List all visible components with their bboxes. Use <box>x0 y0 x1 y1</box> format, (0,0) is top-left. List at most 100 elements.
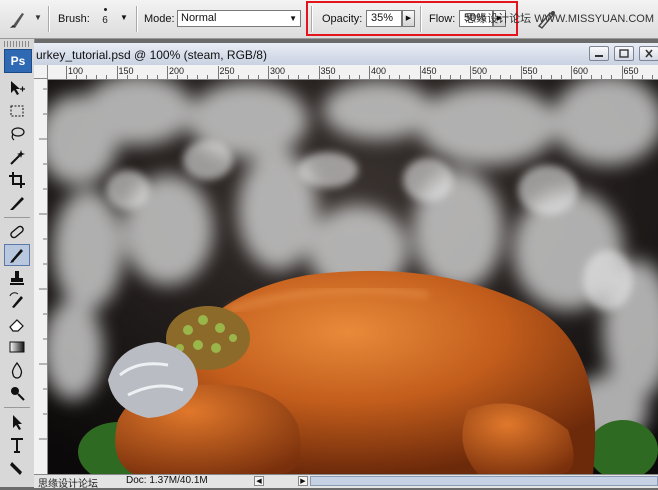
mode-dropdown-icon: ▼ <box>289 14 297 23</box>
turkey-steam-artwork <box>48 80 658 474</box>
ruler-tick <box>177 75 179 79</box>
brush-picker[interactable]: 6 <box>98 5 112 35</box>
slice-icon[interactable] <box>4 192 30 214</box>
ruler-tick <box>257 75 259 79</box>
brush-picker-caret-icon[interactable]: ▼ <box>120 13 128 22</box>
document-title: urkey_tutorial.psd @ 100% (steam, RGB/8) <box>36 48 267 62</box>
ruler-tick <box>641 75 643 79</box>
ruler-tick <box>278 75 280 79</box>
ruler-tick <box>470 66 471 79</box>
path-select-icon[interactable] <box>4 411 30 433</box>
maximize-button[interactable] <box>614 46 634 61</box>
brush-tip-icon <box>103 8 107 11</box>
horizontal-scrollbar[interactable] <box>310 476 658 486</box>
ruler-tick <box>399 75 401 79</box>
ruler-tick <box>510 75 512 79</box>
toolbox-separator <box>4 407 30 408</box>
ruler-tick <box>520 66 522 79</box>
ruler-tick <box>540 75 542 79</box>
toolbox-separator <box>4 217 30 218</box>
toolbox-grip[interactable] <box>4 41 30 47</box>
ruler-tick <box>136 75 138 79</box>
ruler-tick <box>146 75 148 79</box>
ruler-tick <box>76 75 78 79</box>
ruler-tick <box>298 75 300 79</box>
marquee-icon[interactable] <box>4 100 30 122</box>
watermark-bottom: 思缘设计论坛 <box>38 479 98 490</box>
healing-icon[interactable] <box>4 221 30 243</box>
history-brush-icon[interactable] <box>4 290 30 312</box>
mode-select[interactable]: Normal ▼ <box>177 10 301 27</box>
blur-icon[interactable] <box>4 359 30 381</box>
ruler-tick <box>167 66 168 79</box>
ruler-tick <box>308 75 310 79</box>
ruler-tick <box>217 66 219 79</box>
brush-size: 6 <box>102 15 108 26</box>
scroll-right-icon[interactable]: ▶ <box>298 476 308 486</box>
document-info[interactable]: Doc: 1.37M/40.1M <box>126 475 208 486</box>
ruler-tick <box>611 75 613 79</box>
options-separator <box>136 6 138 32</box>
photoshop-logo[interactable]: Ps <box>4 49 32 73</box>
ruler-tick <box>369 66 370 79</box>
ruler-tick <box>338 75 340 79</box>
ruler-tick <box>389 75 391 79</box>
dodge-icon[interactable] <box>4 382 30 404</box>
ruler-tick <box>197 75 199 79</box>
ruler-tick <box>651 75 653 79</box>
pen-icon[interactable] <box>4 457 30 479</box>
tool-preset-caret-icon[interactable]: ▼ <box>34 13 42 22</box>
document-title-bar[interactable]: urkey_tutorial.psd @ 100% (steam, RGB/8) <box>34 43 658 66</box>
close-button[interactable] <box>639 46 658 61</box>
ruler-tick <box>247 75 249 79</box>
document-canvas[interactable] <box>48 80 658 474</box>
eraser-icon[interactable] <box>4 313 30 335</box>
horizontal-ruler[interactable]: 100 150 200 250 300 350 400 450 500 550 600 650 <box>48 65 658 80</box>
ruler-tick <box>571 66 572 79</box>
ruler-tick <box>106 75 108 79</box>
ruler-tick <box>66 66 67 79</box>
ruler-tick <box>318 66 320 79</box>
ruler-tick <box>328 75 330 79</box>
ruler-tick <box>187 75 189 79</box>
ruler-tick <box>419 66 421 79</box>
ruler-tick <box>348 75 350 79</box>
options-separator <box>48 6 50 32</box>
ruler-tick <box>439 75 441 79</box>
ruler-tick <box>358 75 360 79</box>
stamp-icon[interactable] <box>4 267 30 289</box>
gradient-icon[interactable] <box>4 336 30 358</box>
brush-label: Brush: <box>58 13 90 25</box>
scroll-left-icon[interactable]: ◀ <box>254 476 264 486</box>
type-icon[interactable] <box>4 434 30 456</box>
magic-wand-icon[interactable] <box>4 146 30 168</box>
ruler-tick <box>591 75 593 79</box>
vertical-ruler[interactable] <box>34 79 48 474</box>
ruler-tick <box>449 75 451 79</box>
crop-icon[interactable] <box>4 169 30 191</box>
ruler-tick <box>530 75 532 79</box>
ruler-tick <box>480 75 482 79</box>
ruler-tick <box>429 75 431 79</box>
ruler-tick <box>96 75 98 79</box>
minimize-button[interactable] <box>589 46 609 61</box>
ruler-tick <box>379 75 381 79</box>
toolbox: Ps <box>0 39 35 487</box>
brush-icon[interactable] <box>4 244 30 266</box>
status-bar: 思缘设计论坛 Doc: 1.37M/40.1M ◀ ▶ <box>34 474 658 490</box>
mode-label: Mode: <box>144 13 175 25</box>
ruler-tick <box>581 75 583 79</box>
move-icon[interactable] <box>4 77 30 99</box>
options-bar: ▼ Brush: 6 ▼ Mode: Normal ▼ Opacity: 35%… <box>0 0 658 39</box>
ruler-tick <box>156 75 158 79</box>
ruler-tick <box>459 75 461 79</box>
ruler-tick <box>550 75 552 79</box>
lasso-icon[interactable] <box>4 123 30 145</box>
ruler-tick <box>601 75 603 79</box>
brush-tool-preset-icon[interactable] <box>6 8 32 30</box>
ruler-tick <box>207 75 209 79</box>
ruler-origin[interactable] <box>34 65 48 79</box>
ruler-tick <box>126 75 128 79</box>
ruler-tick <box>116 66 118 79</box>
ruler-tick <box>227 75 229 79</box>
